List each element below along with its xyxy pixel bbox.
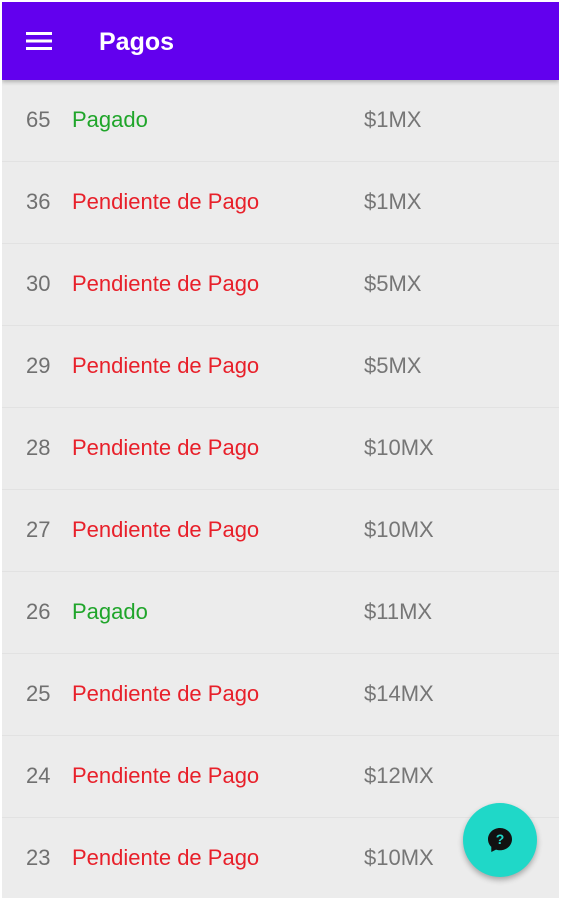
list-item[interactable]: 26 Pagado $11MX	[2, 572, 559, 654]
payment-amount: $1MX	[364, 189, 422, 214]
app-bar: Pagos	[2, 2, 559, 80]
payment-status: Pendiente de Pago	[72, 681, 260, 706]
payment-status: Pendiente de Pago	[72, 189, 260, 214]
payment-amount: $14MX	[364, 681, 434, 706]
payment-status: Pendiente de Pago	[72, 763, 260, 788]
payments-screen: Pagos 65 Pagado $1MX 36 Pendiente de Pag…	[2, 2, 559, 898]
help-button[interactable]: ?	[463, 803, 537, 877]
list-item[interactable]: 25 Pendiente de Pago $14MX	[2, 654, 559, 736]
payment-status: Pagado	[72, 107, 148, 132]
list-item[interactable]: 27 Pendiente de Pago $10MX	[2, 490, 559, 572]
payment-amount: $11MX	[364, 599, 433, 624]
payment-number: 29	[26, 353, 51, 378]
payment-amount: $10MX	[364, 435, 434, 460]
payment-number: 65	[26, 107, 51, 132]
payment-amount: $1MX	[364, 107, 422, 132]
payment-number: 36	[26, 189, 51, 214]
payment-amount: $10MX	[364, 517, 434, 542]
payments-list: 65 Pagado $1MX 36 Pendiente de Pago $1MX…	[2, 80, 559, 898]
payment-amount: $10MX	[364, 845, 434, 870]
list-item[interactable]: 65 Pagado $1MX	[2, 80, 559, 162]
payment-number: 26	[26, 599, 51, 624]
payment-number: 23	[26, 845, 51, 870]
list-item[interactable]: 24 Pendiente de Pago $12MX	[2, 736, 559, 818]
list-item[interactable]: 36 Pendiente de Pago $1MX	[2, 162, 559, 244]
payment-amount: $5MX	[364, 271, 422, 296]
payment-number: 28	[26, 435, 51, 460]
list-item[interactable]: 29 Pendiente de Pago $5MX	[2, 326, 559, 408]
payment-status: Pendiente de Pago	[72, 435, 260, 460]
menu-button[interactable]	[14, 21, 64, 61]
payment-number: 24	[26, 763, 51, 788]
svg-text:?: ?	[496, 831, 505, 847]
payment-number: 25	[26, 681, 51, 706]
payment-status: Pendiente de Pago	[72, 845, 260, 870]
payment-status: Pagado	[72, 599, 148, 624]
payment-status: Pendiente de Pago	[72, 517, 260, 542]
payment-number: 27	[26, 517, 51, 542]
payment-amount: $12MX	[364, 763, 434, 788]
payment-amount: $5MX	[364, 353, 422, 378]
hamburger-menu-icon	[26, 32, 52, 50]
payment-number: 30	[26, 271, 51, 296]
list-item[interactable]: 28 Pendiente de Pago $10MX	[2, 408, 559, 490]
payment-status: Pendiente de Pago	[72, 271, 260, 296]
list-item[interactable]: 30 Pendiente de Pago $5MX	[2, 244, 559, 326]
payment-status: Pendiente de Pago	[72, 353, 260, 378]
page-title: Pagos	[99, 28, 175, 56]
help-icon: ?	[488, 828, 512, 852]
